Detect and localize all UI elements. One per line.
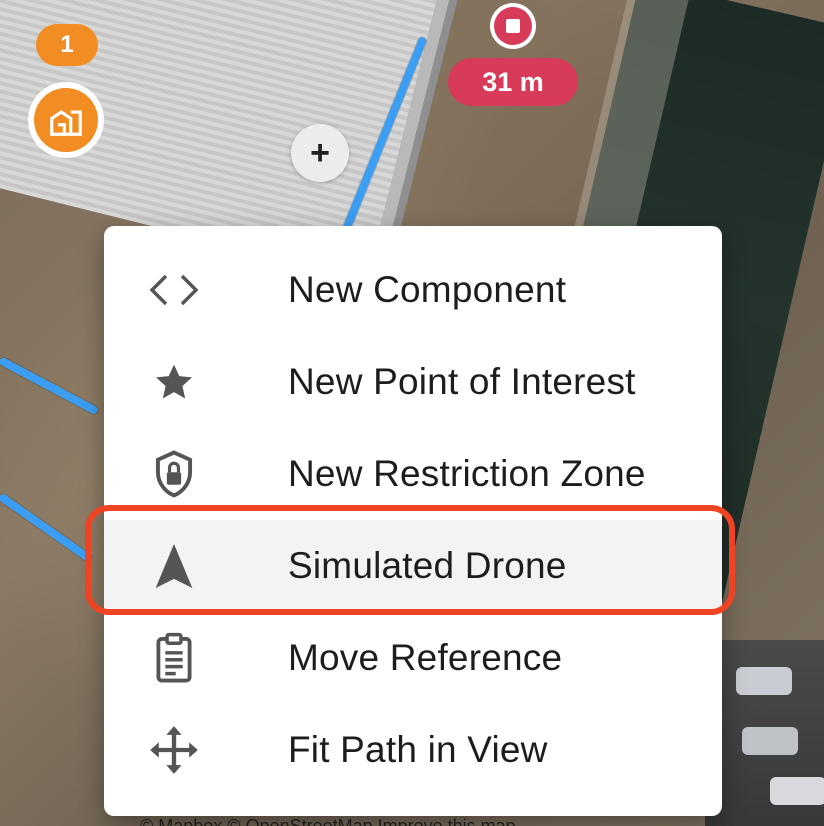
distance-badge: 31 m (448, 58, 578, 106)
poi-building-marker[interactable] (28, 82, 104, 158)
add-waypoint-button[interactable]: + (291, 124, 349, 182)
menu-item-new-component[interactable]: New Component (104, 244, 722, 336)
building-icon (50, 110, 82, 136)
star-icon (148, 356, 200, 408)
lock-shield-icon (148, 448, 200, 500)
poi-marker-circle (34, 88, 98, 152)
code-brackets-icon (148, 264, 200, 316)
menu-item-label: New Point of Interest (288, 361, 636, 402)
menu-item-new-point-of-interest[interactable]: New Point of Interest (104, 336, 722, 428)
selection-highlight-outline (85, 505, 735, 615)
poi-count-badge: 1 (36, 24, 98, 66)
parked-car (736, 667, 792, 695)
parked-car (770, 777, 824, 805)
path-endpoint-marker[interactable] (490, 3, 536, 49)
menu-item-move-reference[interactable]: Move Reference (104, 612, 722, 704)
stop-icon (506, 19, 520, 33)
clipboard-icon (148, 632, 200, 684)
move-arrows-icon (148, 724, 200, 776)
menu-item-label: New Restriction Zone (288, 453, 646, 494)
menu-item-label: New Component (288, 269, 567, 310)
plus-icon: + (310, 134, 330, 172)
menu-item-fit-path-in-view[interactable]: Fit Path in View (104, 704, 722, 796)
menu-item-label: Move Reference (288, 637, 563, 678)
parked-car (742, 727, 798, 755)
menu-item-label: Fit Path in View (288, 729, 548, 770)
endpoint-marker-circle (494, 7, 532, 45)
